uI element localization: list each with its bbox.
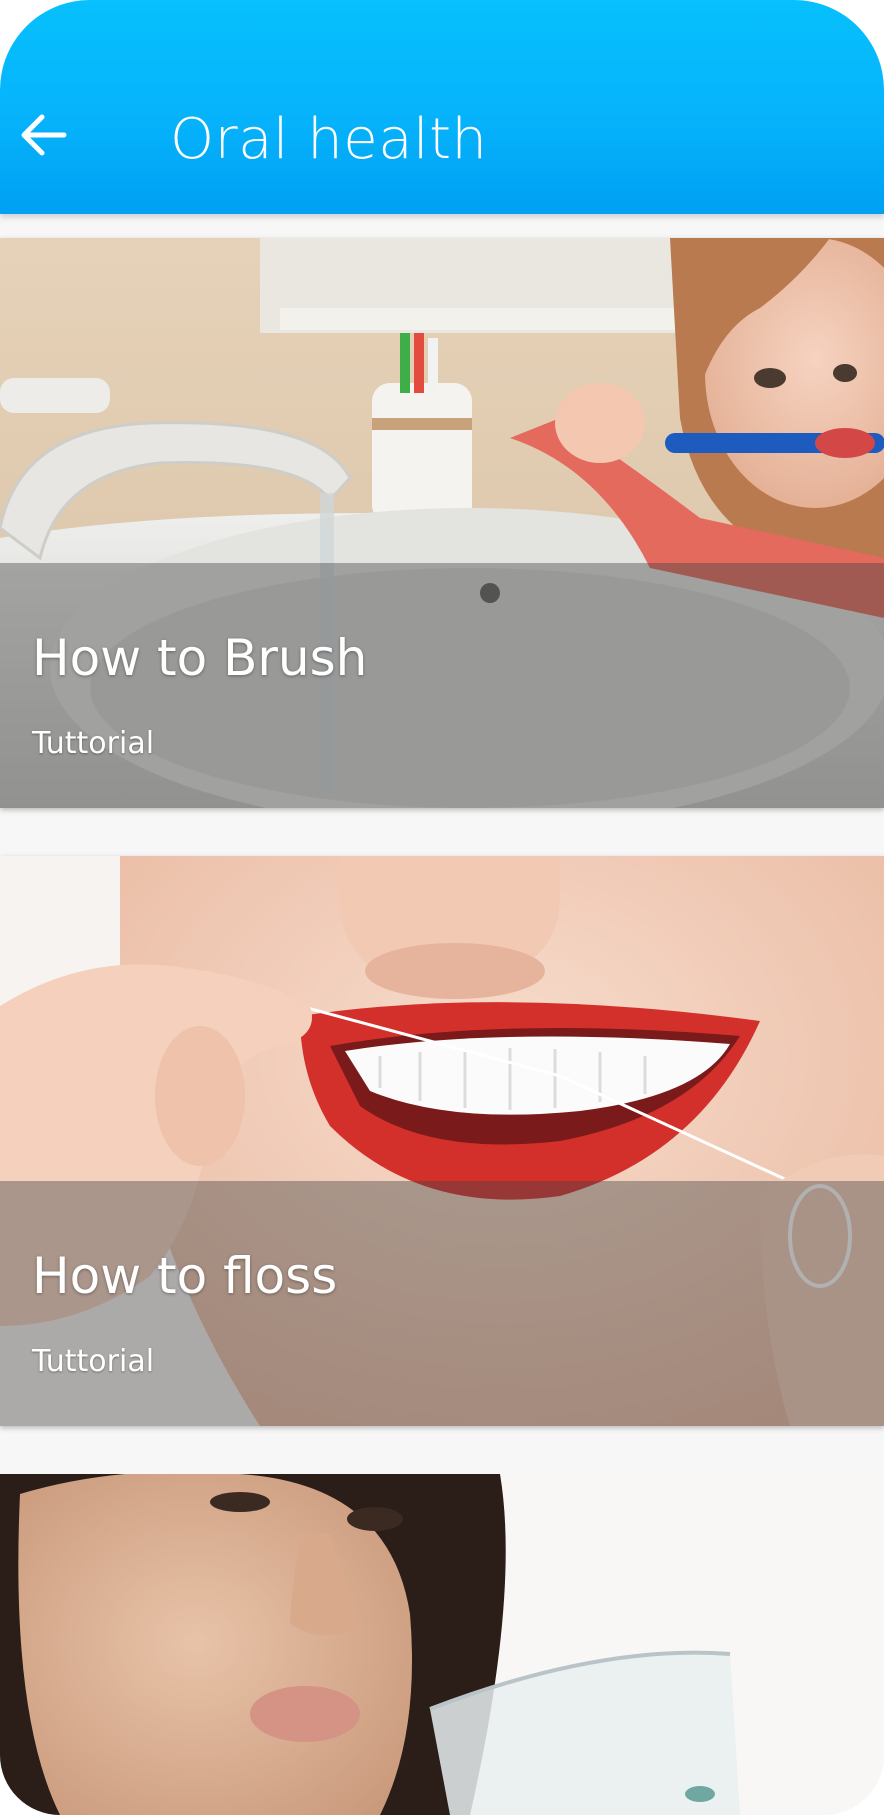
card-title: How to Brush <box>32 629 368 687</box>
card-how-to-floss[interactable]: How to floss Tuttorial <box>0 856 884 1426</box>
card-subtitle: Tuttorial <box>32 726 155 761</box>
oral-health-screen: Oral health How to Brush Tuttorial How t… <box>0 0 884 1815</box>
back-button[interactable] <box>14 105 74 165</box>
card-subtitle: Tuttorial <box>32 1344 155 1379</box>
arrow-left-icon <box>21 114 67 156</box>
page-title: Oral health <box>170 107 488 172</box>
card-title: How to floss <box>32 1247 338 1305</box>
app-bar: Oral health <box>0 0 884 214</box>
card-mouthwash[interactable] <box>0 1474 884 1815</box>
woman-rinsing-mouthwash-photo <box>0 1474 884 1815</box>
card-how-to-brush[interactable]: How to Brush Tuttorial <box>0 238 884 808</box>
